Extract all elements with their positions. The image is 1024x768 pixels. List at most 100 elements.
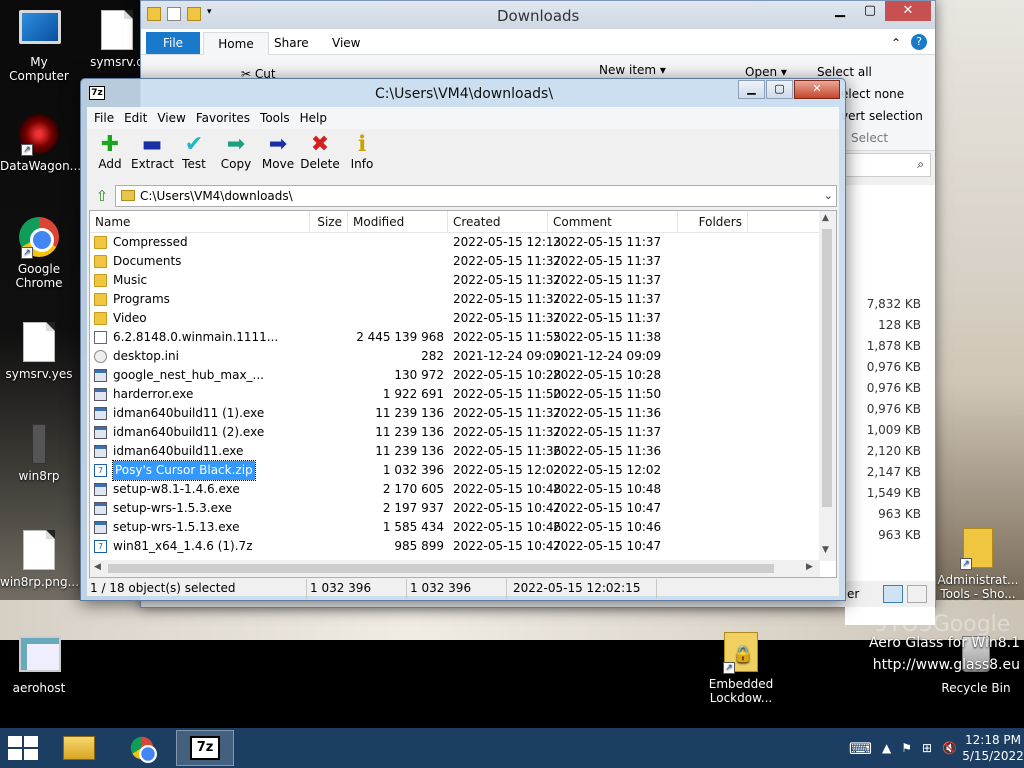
- file-icon: [94, 331, 107, 344]
- explorer-titlebar[interactable]: ▾ Downloads ▁ ▢ ✕: [141, 1, 935, 29]
- desktop-icon-aerohost[interactable]: aerohost: [0, 636, 78, 695]
- volume-icon[interactable]: 🔇: [942, 741, 957, 755]
- file-row[interactable]: setup-wrs-1.5.13.exe 1 585 434 2022-05-15 …: [90, 518, 836, 537]
- chevron-down-icon[interactable]: ▾: [207, 7, 221, 21]
- tab-view[interactable]: View: [332, 36, 360, 50]
- vertical-scrollbar[interactable]: ▲ ▼: [819, 211, 836, 561]
- desktop-icon-my-computer[interactable]: My Computer: [0, 10, 78, 83]
- add-button[interactable]: ✚ Add: [89, 129, 131, 183]
- folder-icon[interactable]: [147, 7, 161, 21]
- file-row[interactable]: Music 2022-05-15 11:37 2022-05-15 11:37: [90, 271, 836, 290]
- desktop-icon-datawagon[interactable]: ↗ DataWagon...: [0, 114, 81, 173]
- file-row[interactable]: Programs 2022-05-15 11:37 2022-05-15 11:37: [90, 290, 836, 309]
- menu-help[interactable]: Help: [295, 107, 332, 129]
- horizontal-scrollbar[interactable]: ◀ ▶: [90, 560, 820, 577]
- file-row[interactable]: Documents 2022-05-15 11:37 2022-05-15 11:3…: [90, 252, 836, 271]
- show-hidden-icons[interactable]: ▲: [882, 741, 891, 755]
- tab-share[interactable]: Share: [274, 36, 309, 50]
- sevenzip-window[interactable]: 7z C:\Users\VM4\downloads\ ▁ ▢ ✕ File Ed…: [80, 78, 846, 601]
- select-none-button[interactable]: elect none: [841, 87, 904, 101]
- up-folder-icon[interactable]: ⇧: [89, 187, 115, 205]
- address-input[interactable]: C:\Users\VM4\downloads\ ⌄: [115, 185, 837, 207]
- minimize-button[interactable]: ▁: [738, 80, 765, 99]
- taskbar-chrome[interactable]: [113, 730, 171, 766]
- column-modified[interactable]: Modified: [348, 211, 448, 232]
- details-view-icon[interactable]: [883, 585, 903, 603]
- menu-view[interactable]: View: [152, 107, 190, 129]
- vertical-scroll-thumb[interactable]: [822, 229, 832, 507]
- file-row[interactable]: google_nest_hub_max_... 130 972 2022-05-15…: [90, 366, 836, 385]
- horizontal-scroll-thumb[interactable]: [108, 564, 774, 573]
- column-size[interactable]: Size: [310, 211, 348, 232]
- invert-selection-button[interactable]: vert selection: [841, 109, 923, 123]
- menu-favorites[interactable]: Favorites: [191, 107, 255, 129]
- help-icon[interactable]: ?: [911, 34, 927, 50]
- sevenzip-titlebar[interactable]: 7z C:\Users\VM4\downloads\ ▁ ▢ ✕: [81, 79, 845, 107]
- minimize-button[interactable]: ▁: [825, 1, 855, 21]
- file-row[interactable]: 6.2.8148.0.winmain.1111... 2 445 139 968 2…: [90, 328, 836, 347]
- file-row[interactable]: Video 2022-05-15 11:37 2022-05-15 11:37: [90, 309, 836, 328]
- menu-edit[interactable]: Edit: [119, 107, 152, 129]
- large-icons-view-icon[interactable]: [907, 585, 927, 603]
- file-row[interactable]: desktop.ini 282 2021-12-24 09:09 2021-12-24…: [90, 347, 836, 366]
- clock[interactable]: 12:18 PM 5/15/2022: [962, 732, 1024, 764]
- desktop-icon-symsrv-yes[interactable]: symsrv.yes: [0, 322, 78, 381]
- open-button[interactable]: Open ▾: [745, 65, 787, 79]
- scroll-up-icon[interactable]: ▲: [822, 213, 829, 223]
- new-folder-icon[interactable]: [187, 7, 201, 21]
- tab-file[interactable]: File: [146, 32, 200, 54]
- tab-home[interactable]: Home: [203, 32, 269, 56]
- taskbar-7zip[interactable]: 7z: [176, 730, 234, 766]
- copy-button[interactable]: ➡ Copy: [215, 129, 257, 183]
- scroll-down-icon[interactable]: ▼: [822, 545, 829, 555]
- menu-tools[interactable]: Tools: [255, 107, 295, 129]
- desktop-icon-win8rp-png[interactable]: win8rp.png....: [0, 530, 83, 589]
- info-button[interactable]: ℹ Info: [341, 129, 383, 183]
- chevron-down-icon[interactable]: ⌄: [824, 186, 833, 206]
- folder-icon: [94, 274, 107, 287]
- exe-icon: [94, 483, 107, 496]
- file-row[interactable]: idman640build11.exe 11 239 136 2022-05-15 …: [90, 442, 836, 461]
- file-row[interactable]: Compressed 2022-05-15 12:13 2022-05-15 11:…: [90, 233, 836, 252]
- taskbar-file-explorer[interactable]: [50, 730, 108, 766]
- file-rows: Compressed 2022-05-15 12:13 2022-05-15 11:…: [90, 233, 836, 556]
- desktop-icon-google-chrome[interactable]: ↗ Google Chrome: [0, 217, 78, 290]
- explorer-file-list[interactable]: 7,832 KB 128 KB 1,878 KB 0,976 KB 0,976 …: [845, 185, 935, 625]
- desktop-icon-admin-tools[interactable]: ↗ Administrat... Tools - Sho...: [936, 528, 1020, 601]
- extract-button[interactable]: ▬ Extract: [131, 129, 174, 183]
- close-button[interactable]: ✕: [885, 1, 931, 21]
- scroll-left-icon[interactable]: ◀: [94, 562, 101, 572]
- scroll-right-icon[interactable]: ▶: [806, 562, 813, 572]
- properties-icon[interactable]: [167, 7, 181, 21]
- delete-button[interactable]: ✖ Delete: [299, 129, 341, 183]
- maximize-button[interactable]: ▢: [855, 1, 885, 21]
- desktop-icon-embedded-lockdown[interactable]: 🔒 ↗ Embedded Lockdow...: [702, 632, 780, 705]
- file-row[interactable]: harderror.exe 1 922 691 2022-05-15 11:50 20…: [90, 385, 836, 404]
- test-button[interactable]: ✔ Test: [173, 129, 215, 183]
- select-all-button[interactable]: Select all: [817, 65, 872, 79]
- column-folders[interactable]: Folders: [678, 211, 748, 232]
- start-button[interactable]: [8, 736, 38, 760]
- file-row[interactable]: setup-wrs-1.5.3.exe 2 197 937 2022-05-15 1…: [90, 499, 836, 518]
- file-row[interactable]: idman640build11 (2).exe 11 239 136 2022-05…: [90, 423, 836, 442]
- new-item-button[interactable]: New item ▾: [599, 63, 666, 77]
- file-row[interactable]: setup-w8.1-1.4.6.exe 2 170 605 2022-05-15 …: [90, 480, 836, 499]
- column-created[interactable]: Created: [448, 211, 548, 232]
- move-button[interactable]: ➡ Move: [257, 129, 299, 183]
- collapse-ribbon-icon[interactable]: ⌃: [891, 36, 901, 50]
- network-icon[interactable]: ⊞: [922, 741, 932, 755]
- explorer-search-input[interactable]: ⌕: [845, 153, 931, 177]
- file-row[interactable]: 7 Posy's Cursor Black.zip 1 032 396 2022-05…: [90, 460, 836, 481]
- column-comment[interactable]: Comment: [548, 211, 678, 232]
- file-list[interactable]: Name Size Modified Created Comment Folde…: [89, 210, 837, 578]
- column-name[interactable]: Name: [90, 211, 310, 232]
- maximize-button[interactable]: ▢: [766, 80, 793, 99]
- file-row[interactable]: idman640build11 (1).exe 11 239 136 2022-05…: [90, 404, 836, 423]
- menu-file[interactable]: File: [89, 107, 119, 129]
- action-center-icon[interactable]: ⚑: [901, 741, 912, 755]
- close-button[interactable]: ✕: [794, 80, 840, 99]
- file-row[interactable]: 7 win81_x64_1.4.6 (1).7z 985 899 2022-05-15…: [90, 537, 836, 556]
- desktop-icon-win8rp[interactable]: win8rp: [0, 424, 78, 483]
- file-modified: 2022-05-15 10:47: [453, 539, 562, 553]
- keyboard-icon[interactable]: ⌨: [849, 739, 872, 758]
